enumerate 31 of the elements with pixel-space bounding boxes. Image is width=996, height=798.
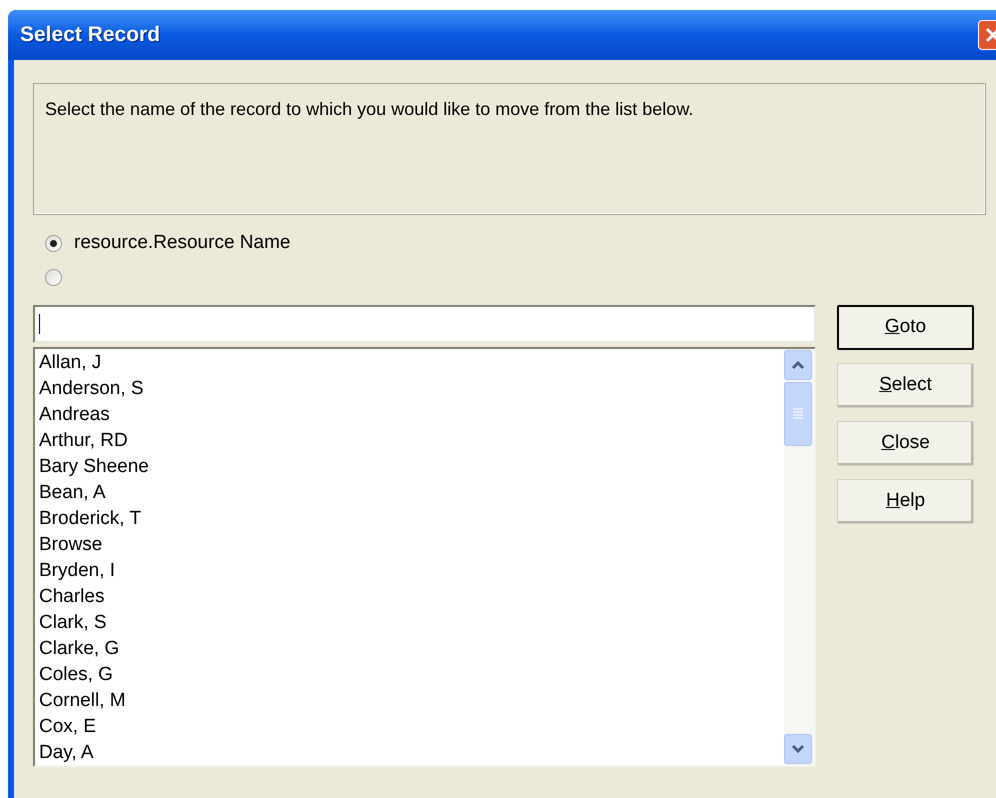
- record-item[interactable]: Coles, G: [39, 662, 784, 688]
- record-item[interactable]: Charles: [39, 584, 784, 610]
- dialog-button[interactable]: Close: [837, 421, 974, 466]
- dialog-button[interactable]: Select: [837, 363, 974, 408]
- record-item[interactable]: Broderick, T: [39, 506, 784, 532]
- record-item[interactable]: Browse: [39, 532, 784, 558]
- scrollbar[interactable]: [784, 349, 814, 765]
- record-item[interactable]: Allan, J: [39, 350, 784, 376]
- scroll-thumb[interactable]: [784, 382, 812, 446]
- scroll-down-button[interactable]: [784, 734, 812, 764]
- grip-icon: [793, 407, 803, 421]
- record-item[interactable]: Day, A: [39, 740, 784, 766]
- record-item[interactable]: Clarke, G: [39, 636, 784, 662]
- dialog-button[interactable]: Goto: [837, 305, 974, 350]
- record-item[interactable]: Cornell, M: [39, 688, 784, 714]
- radio-button[interactable]: [45, 234, 62, 252]
- instructions-text: Select the name of the record to which you would like to move from the list below.: [45, 98, 694, 121]
- window-title: Select Record: [20, 22, 160, 48]
- record-item[interactable]: Cox, E: [39, 714, 784, 740]
- record-item[interactable]: Andreas: [39, 402, 784, 428]
- search-field[interactable]: [33, 305, 816, 343]
- record-item[interactable]: Bean, A: [39, 480, 784, 506]
- dialog-button[interactable]: Help: [837, 479, 974, 524]
- radio-button[interactable]: [45, 268, 62, 286]
- record-item[interactable]: Arthur, RD: [39, 428, 784, 454]
- radio-label: resource.Resource Name: [74, 230, 290, 255]
- scroll-up-button[interactable]: [784, 350, 812, 380]
- record-item[interactable]: Clark, S: [39, 610, 784, 636]
- record-item[interactable]: Bryden, I: [39, 558, 784, 584]
- record-item[interactable]: Bary Sheene: [39, 454, 784, 480]
- record-item[interactable]: Anderson, S: [39, 376, 784, 402]
